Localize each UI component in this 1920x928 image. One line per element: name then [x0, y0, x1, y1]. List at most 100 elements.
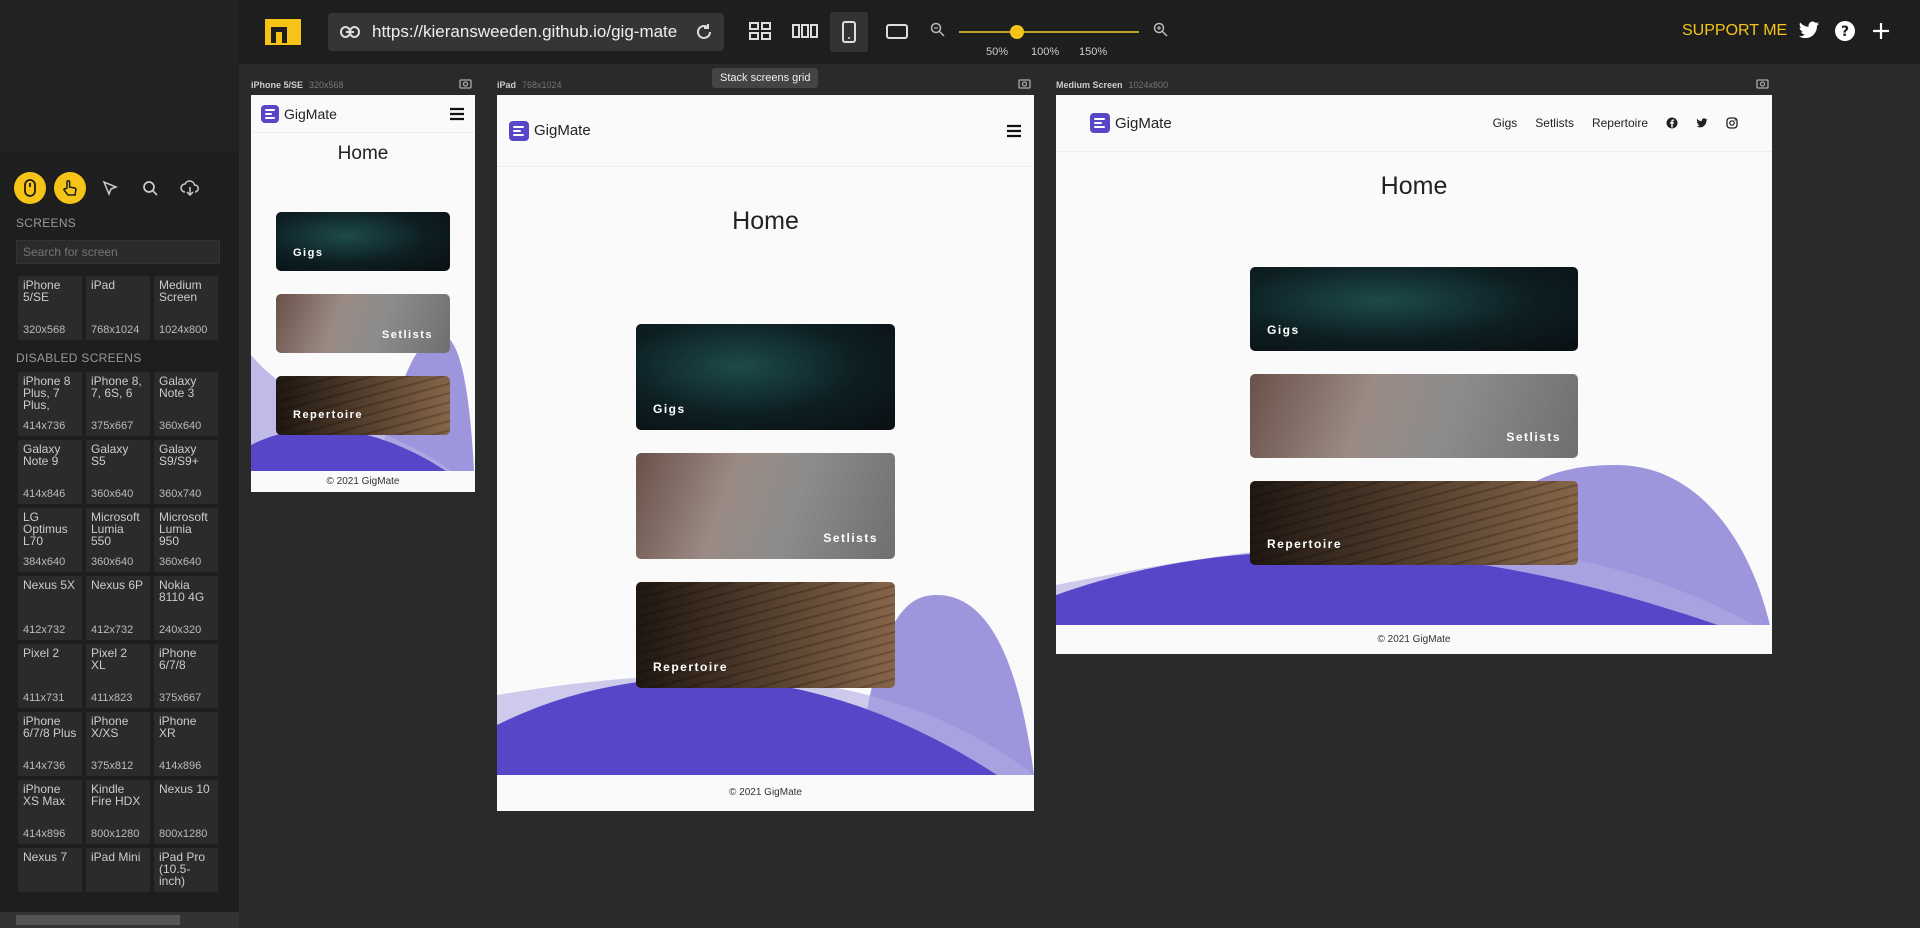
- disabled-screen-item[interactable]: Nexus 6P 412x732: [86, 576, 150, 640]
- screenshot-camera-icon[interactable]: [1756, 78, 1769, 89]
- disabled-screen-item[interactable]: Pixel 2 411x731: [18, 644, 82, 708]
- iphone-screen: GigMate Home Gigs Setlists Repertoire © …: [251, 95, 475, 492]
- cloud-download-button[interactable]: [174, 172, 206, 204]
- disabled-screen-item[interactable]: Microsoft Lumia 550 360x640: [86, 508, 150, 572]
- instagram-icon[interactable]: [1726, 117, 1738, 129]
- setlists-card[interactable]: Setlists: [1250, 374, 1578, 458]
- screen-name: Microsoft Lumia 550: [91, 510, 140, 548]
- disabled-screen-item[interactable]: LG Optimus L70 384x640: [18, 508, 82, 572]
- rotate-landscape-icon[interactable]: [886, 20, 908, 42]
- disabled-screen-item[interactable]: Microsoft Lumia 950 360x640: [154, 508, 218, 572]
- device-toggle-button[interactable]: [14, 172, 46, 204]
- add-icon[interactable]: [1872, 22, 1890, 40]
- zoom-slider-track[interactable]: [959, 31, 1139, 33]
- disabled-screen-item[interactable]: Galaxy Note 9 414x846: [18, 440, 82, 504]
- repertoire-card[interactable]: Repertoire: [276, 376, 450, 435]
- zoom-in-icon[interactable]: [1153, 22, 1169, 38]
- disabled-screen-item[interactable]: iPad Mini768x1024: [86, 848, 150, 892]
- disabled-screen-item[interactable]: Galaxy Note 3 360x640: [154, 372, 218, 436]
- help-icon[interactable]: ?: [1834, 20, 1856, 42]
- screen-size: 1024x800: [159, 324, 208, 336]
- screen-name: iPad Pro (10.5-inch): [159, 850, 206, 888]
- twitter-icon[interactable]: [1696, 117, 1708, 129]
- gigs-card[interactable]: Gigs: [276, 212, 450, 271]
- screen-name: Kindle Fire HDX: [91, 782, 141, 808]
- support-me-link[interactable]: SUPPORT ME: [1682, 22, 1787, 40]
- device-name: Medium Screen: [1056, 80, 1123, 90]
- disabled-screen-item[interactable]: Pixel 2 XL 411x823: [86, 644, 150, 708]
- hamburger-menu-icon[interactable]: [1006, 124, 1022, 138]
- nav-link-setlists[interactable]: Setlists: [1535, 116, 1574, 130]
- zoom-label-100[interactable]: 100%: [1031, 46, 1059, 58]
- search-button[interactable]: [134, 172, 166, 204]
- screen-item[interactable]: iPad 768x1024: [86, 276, 150, 340]
- site-brand[interactable]: GigMate: [509, 120, 591, 141]
- page-title: Home: [732, 207, 799, 235]
- device-name: iPhone 5/SE: [251, 80, 304, 90]
- disabled-screen-item[interactable]: Nexus 10 800x1280: [154, 780, 218, 844]
- screen-name: iPad Mini: [91, 850, 141, 864]
- disabled-screen-item[interactable]: iPhone 8, 7, 6S, 6 375x667: [86, 372, 150, 436]
- disabled-screen-item[interactable]: iPhone X/XS 375x812: [86, 712, 150, 776]
- hamburger-menu-icon[interactable]: [449, 107, 465, 121]
- zoom-slider-handle[interactable]: [1010, 25, 1024, 39]
- disabled-screen-item[interactable]: iPhone XS Max 414x896: [18, 780, 82, 844]
- card-label: Repertoire: [1267, 537, 1343, 551]
- url-bar[interactable]: https://kieransweeden.github.io/gig-mate: [328, 13, 724, 51]
- brand-name: GigMate: [534, 122, 591, 139]
- stack-columns-icon[interactable]: [792, 20, 818, 42]
- screen-item[interactable]: iPhone 5/SE 320x568: [18, 276, 82, 340]
- disabled-screen-item[interactable]: iPhone XR 414x896: [154, 712, 218, 776]
- screen-name: iPhone X/XS: [91, 714, 129, 740]
- cursor-icon: [102, 180, 118, 196]
- screen-search-input[interactable]: [16, 240, 220, 264]
- device-size: 1024x800: [1128, 80, 1169, 90]
- repertoire-card[interactable]: Repertoire: [636, 582, 895, 688]
- zoom-out-icon[interactable]: [930, 22, 946, 38]
- disabled-screen-item[interactable]: Nexus 7600x960: [18, 848, 82, 892]
- zoom-label-50[interactable]: 50%: [986, 46, 1008, 58]
- ipad-screen: GigMate Home Gigs Setlists Repertoire © …: [497, 95, 1034, 811]
- touch-toggle-button[interactable]: [54, 172, 86, 204]
- repertoire-card[interactable]: Repertoire: [1250, 481, 1578, 565]
- disabled-screen-item[interactable]: iPhone 6/7/8 Plus 414x736: [18, 712, 82, 776]
- device-label-ipad: iPad 768x1024: [497, 80, 562, 90]
- screen-size: 375x667: [91, 420, 134, 432]
- medium-screen: GigMate Gigs Setlists Repertoire Home Gi…: [1056, 95, 1772, 654]
- screen-item[interactable]: Medium Screen 1024x800: [154, 276, 218, 340]
- gigs-card[interactable]: Gigs: [636, 324, 895, 430]
- facebook-icon[interactable]: [1666, 117, 1678, 129]
- disabled-screen-item[interactable]: iPhone 8 Plus, 7 Plus, 414x736: [18, 372, 82, 436]
- mobile-view-button[interactable]: [830, 12, 868, 52]
- screen-size: 800x1280: [159, 828, 208, 840]
- disabled-screens-grid: iPhone 8 Plus, 7 Plus, 414x736 iPhone 8, 7…: [18, 372, 218, 892]
- gigs-card[interactable]: Gigs: [1250, 267, 1578, 351]
- inspect-button[interactable]: [94, 172, 126, 204]
- nav-link-gigs[interactable]: Gigs: [1493, 116, 1518, 130]
- disabled-screen-item[interactable]: iPhone 6/7/8 375x667: [154, 644, 218, 708]
- disabled-screen-item[interactable]: Kindle Fire HDX 800x1280: [86, 780, 150, 844]
- site-brand[interactable]: GigMate: [1090, 113, 1172, 133]
- app-logo-icon[interactable]: [265, 19, 301, 45]
- disabled-screen-item[interactable]: iPad Pro (10.5-inch)834x1112: [154, 848, 218, 892]
- site-brand[interactable]: GigMate: [261, 104, 337, 123]
- scrollbar-thumb[interactable]: [16, 915, 180, 925]
- screen-size: 384x640: [23, 556, 66, 568]
- setlists-card[interactable]: Setlists: [276, 294, 450, 353]
- disabled-screen-item[interactable]: Galaxy S9/S9+ 360x740: [154, 440, 218, 504]
- card-label: Gigs: [1267, 323, 1300, 337]
- screenshot-camera-icon[interactable]: [1018, 78, 1031, 89]
- card-label: Setlists: [381, 329, 433, 341]
- sidebar-horizontal-scrollbar[interactable]: [0, 912, 239, 928]
- zoom-label-150[interactable]: 150%: [1079, 46, 1107, 58]
- disabled-screen-item[interactable]: Nexus 5X 412x732: [18, 576, 82, 640]
- twitter-icon[interactable]: [1798, 21, 1820, 41]
- nav-link-repertoire[interactable]: Repertoire: [1592, 116, 1648, 130]
- reload-icon[interactable]: [684, 23, 724, 41]
- disabled-screen-item[interactable]: Nokia 8110 4G 240x320: [154, 576, 218, 640]
- setlists-card[interactable]: Setlists: [636, 453, 895, 559]
- screenshot-camera-icon[interactable]: [459, 78, 472, 89]
- url-input[interactable]: https://kieransweeden.github.io/gig-mate: [372, 22, 684, 42]
- grid-view-icon[interactable]: [749, 20, 771, 42]
- disabled-screen-item[interactable]: Galaxy S5 360x640: [86, 440, 150, 504]
